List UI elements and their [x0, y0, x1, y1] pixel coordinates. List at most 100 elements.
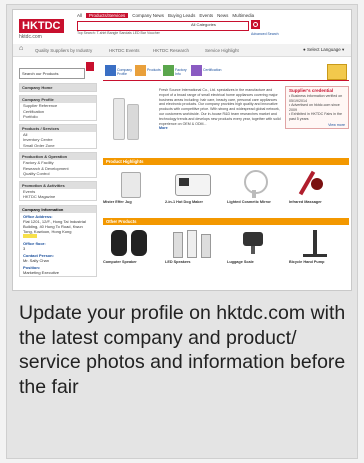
top-search[interactable]: Top Search: T-shirt Bangle Sandals LED B…: [77, 31, 160, 35]
sidebar-search-button[interactable]: [86, 62, 94, 71]
other-products-bar: Other Products: [103, 218, 349, 225]
intro-paragraph: Fresh Source International Co., Ltd. spe…: [159, 88, 281, 126]
logo-sub: hktdc.com: [19, 34, 42, 40]
more-link[interactable]: More: [159, 126, 168, 130]
product-image[interactable]: [165, 228, 221, 258]
product-image[interactable]: [227, 228, 283, 258]
product-card[interactable]: LED Speakers: [165, 228, 221, 265]
slide-frame: HKTDC hktdc.com All Products/Services Comp…: [6, 4, 358, 459]
product-image[interactable]: [165, 168, 221, 198]
tab-all[interactable]: All: [77, 13, 82, 18]
nav-research[interactable]: HKTDC Research: [153, 48, 189, 53]
view-more-link[interactable]: View more: [286, 122, 348, 128]
sidebar-section: Company Home: [19, 83, 97, 92]
sidebar-item[interactable]: Portfolio: [20, 114, 96, 120]
product-name[interactable]: LED Speakers: [165, 260, 221, 265]
sidebar-search-input[interactable]: Search our Products: [19, 68, 85, 79]
profile-icon[interactable]: [105, 65, 116, 76]
product-image[interactable]: [103, 228, 159, 258]
sidebar-sections: Company Home Company Profile Supplier Refe…: [19, 83, 97, 201]
product-name[interactable]: Infrared Massager: [289, 200, 345, 205]
product-card[interactable]: Mister Effer Jug: [103, 168, 159, 205]
nav-quality-suppliers[interactable]: Quality Suppliers by Industry: [35, 48, 92, 53]
sidebar-section-title[interactable]: Company Profile: [20, 96, 96, 103]
language-label: Select Language: [306, 47, 341, 52]
product-image[interactable]: [289, 228, 345, 258]
banner-certification[interactable]: Certification: [203, 68, 221, 72]
banner-products[interactable]: Products: [147, 68, 163, 72]
product-name[interactable]: 2-in-1 Hot Dog Maker: [165, 200, 221, 205]
floor-label: Office floor:: [23, 240, 46, 246]
sidebar: Search our Products Company Home Company …: [19, 62, 97, 290]
sidebar-section: Promotion & Activities Events HKTDC Magazi…: [19, 180, 97, 201]
search-input[interactable]: [77, 21, 249, 31]
intro-text: Fresh Source International Co., Ltd. spe…: [159, 88, 281, 131]
credential-title: Supplier's credential: [289, 88, 334, 93]
product-name[interactable]: Lighted Cosmetic Mirror: [227, 200, 283, 205]
secondary-nav: ⌂ Quality Suppliers by Industry HKTDC Ev…: [13, 44, 351, 57]
supplier-credential-box: Supplier's credential • Business informa…: [285, 86, 349, 129]
product-image[interactable]: [227, 168, 283, 198]
nav-events[interactable]: HKTDC Events: [109, 48, 140, 53]
company-info-title: Company Information: [20, 205, 96, 213]
product-card[interactable]: Lighted Cosmetic Mirror: [227, 168, 283, 205]
contact-person: Mr. Sally Chan: [23, 257, 50, 263]
main-content: Company Profile Products Factory Info Ce…: [103, 62, 349, 290]
product-card[interactable]: 2-in-1 Hot Dog Maker: [165, 168, 221, 205]
credential-item-1: • Business information verified on 05/19…: [289, 94, 343, 103]
contact-position: Marketing Executive: [23, 269, 60, 275]
product-card[interactable]: Computer Speaker: [103, 228, 159, 265]
credential-item-3: • Exhibited in HKTDC Fairs in the past 5…: [289, 112, 342, 121]
category-select[interactable]: All Categories: [191, 22, 216, 27]
product-highlights-bar: Product Highlights: [103, 158, 349, 165]
product-image[interactable]: [103, 168, 159, 198]
sidebar-item[interactable]: Quality Control: [20, 171, 96, 177]
product-image[interactable]: [289, 168, 345, 198]
search-button[interactable]: [251, 20, 260, 29]
nav-service-highlight[interactable]: Service Highlight: [205, 48, 239, 53]
sidebar-item[interactable]: Small Order Zone: [20, 143, 96, 149]
tab-buying-leads[interactable]: Buying Leads: [168, 13, 195, 18]
credential-item-3-text: Exhibited in HKTDC Fairs in the past 5 y…: [289, 112, 342, 121]
sidebar-section-title[interactable]: Products / Services: [20, 124, 96, 132]
map-button[interactable]: [23, 233, 37, 238]
tab-multimedia[interactable]: Multimedia: [232, 13, 254, 18]
search-tabs: All Products/Services Company News Buying L…: [77, 13, 258, 18]
credential-item-2: • Advertised on hktdc.com since 2009: [289, 103, 340, 112]
credential-item-1-text: Business information verified on 05/19/2…: [289, 94, 343, 103]
products-icon[interactable]: [135, 65, 146, 76]
advanced-search-link[interactable]: Advanced Search: [251, 32, 279, 36]
tab-events[interactable]: Events: [199, 13, 213, 18]
intro-product-image: [103, 86, 153, 144]
company-info-box: Company Information Office Address: Flat …: [19, 204, 97, 277]
hktdc-logo[interactable]: HKTDC hktdc.com: [19, 16, 64, 40]
product-card[interactable]: Infrared Massager: [289, 168, 345, 205]
tab-company-news[interactable]: Company News: [132, 13, 164, 18]
sidebar-section-title[interactable]: Promotion & Activities: [20, 181, 96, 189]
office-address: Flat 1201, 12/F., Hong Tai Industrial Bu…: [23, 218, 86, 234]
sidebar-section-title[interactable]: Company Home: [20, 84, 96, 91]
product-card[interactable]: Bicycle Hand Pump: [289, 228, 345, 265]
tab-news[interactable]: News: [217, 13, 228, 18]
banner-profile[interactable]: Company Profile: [117, 68, 133, 76]
product-name[interactable]: Bicycle Hand Pump: [289, 260, 345, 265]
factory-icon[interactable]: [163, 65, 174, 76]
gold-supplier-badge: [327, 64, 347, 80]
certification-icon[interactable]: [191, 65, 202, 76]
banner-factory[interactable]: Factory Info: [175, 68, 191, 76]
tab-products[interactable]: Products/Services: [86, 13, 129, 18]
sidebar-section: Company Profile Supplier Reference Certifi…: [19, 95, 97, 121]
globe-icon: ●: [303, 47, 306, 52]
sidebar-item[interactable]: HKTDC Magazine: [20, 194, 96, 200]
sidebar-section-title[interactable]: Production & Operation: [20, 153, 96, 160]
logo-text: HKTDC: [19, 19, 64, 33]
sidebar-section: Products / Services All Inventory Centre Sm…: [19, 123, 97, 149]
product-name[interactable]: Computer Speaker: [103, 260, 159, 265]
product-card[interactable]: Luggage Scale: [227, 228, 283, 265]
home-icon[interactable]: ⌂: [19, 45, 25, 52]
credential-item-2-text: Advertised on hktdc.com since 2009: [289, 103, 340, 112]
product-name[interactable]: Mister Effer Jug: [103, 200, 159, 205]
product-name[interactable]: Luggage Scale: [227, 260, 283, 265]
website-screenshot: HKTDC hktdc.com All Products/Services Comp…: [12, 9, 352, 291]
language-select[interactable]: ● Select Language ▾: [303, 47, 344, 53]
